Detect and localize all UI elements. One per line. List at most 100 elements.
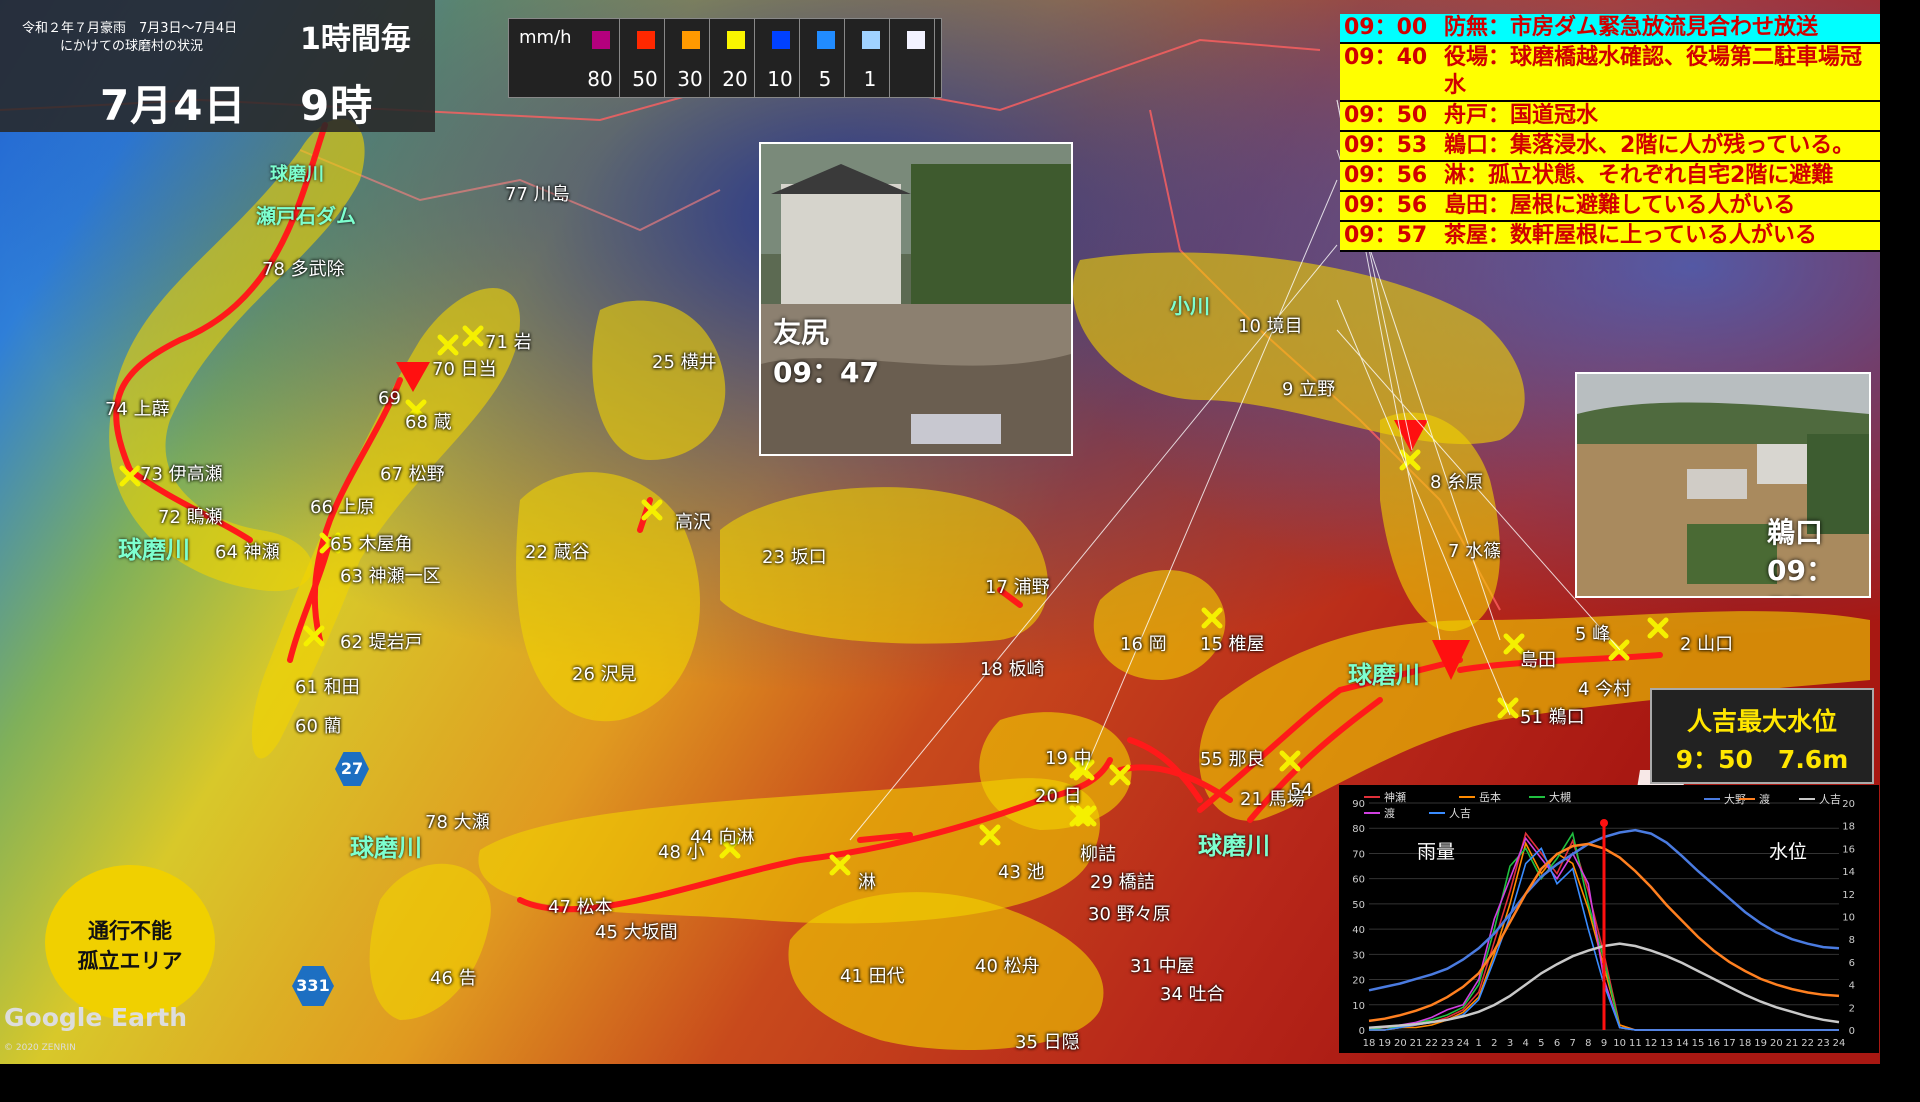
current-time-marker — [1600, 819, 1608, 827]
place-label: 31 中屋 — [1130, 956, 1195, 977]
place-label: 17 浦野 — [985, 577, 1050, 598]
place-label: 55 那良 — [1200, 749, 1265, 770]
event-time: 09：57 — [1340, 222, 1444, 250]
x-tick: 7 — [1569, 1038, 1575, 1049]
x-tick: 13 — [1660, 1038, 1673, 1049]
title-line1: 令和２年７月豪雨 7月3日〜7月4日 — [22, 21, 238, 36]
place-label: 22 蔵谷 — [525, 542, 590, 563]
photo-tomojiri-image — [761, 144, 1071, 454]
place-label: 78 大瀬 — [425, 812, 490, 833]
y-left-tick: 10 — [1352, 1001, 1365, 1012]
place-label: 35 日隠 — [1015, 1032, 1080, 1053]
legend-entry: 岳本 — [1479, 790, 1501, 804]
legend-swatch — [637, 31, 655, 49]
max-level-box: 人吉最大水位 9：50 7.6m — [1650, 688, 1874, 784]
x-tick: 20 — [1770, 1038, 1783, 1049]
legend-swatch — [682, 31, 700, 49]
place-label: 30 野々原 — [1088, 904, 1171, 925]
event-text: 茶屋：数軒屋根に上っている人がいる — [1444, 222, 1880, 250]
legend-cell: 80 — [581, 19, 620, 97]
place-label: 61 和田 — [295, 677, 360, 698]
event-time: 09：40 — [1340, 44, 1444, 100]
date-label: 7月4日 — [100, 81, 247, 130]
river-label: 球磨川 — [1348, 661, 1420, 689]
isolation-legend-line1: 通行不能 — [88, 919, 172, 943]
river-label: 小川 — [1170, 294, 1210, 318]
x-tick: 22 — [1425, 1038, 1438, 1049]
place-label: 63 神瀬一区 — [340, 566, 441, 587]
place-label: 54 — [1290, 780, 1313, 801]
place-label: 25 横井 — [652, 352, 717, 373]
y-right-tick: 12 — [1842, 890, 1855, 901]
photo-uguchi: 鵜口 09：53 — [1575, 372, 1871, 598]
x-tick: 23 — [1441, 1038, 1454, 1049]
event-item: 09：50 舟戸：国道冠水 — [1340, 102, 1880, 130]
legend-cell: 50 — [626, 19, 665, 97]
event-item: 09：56 島田：屋根に避難している人がいる — [1340, 192, 1880, 220]
x-tick: 18 — [1739, 1038, 1752, 1049]
x-tick: 22 — [1801, 1038, 1814, 1049]
river-label: 球磨川 — [1198, 832, 1270, 860]
x-tick: 16 — [1707, 1038, 1720, 1049]
y-left-tick: 50 — [1352, 900, 1365, 911]
rain-level-chart: 0 10 20 30 40 50 60 70 80 90 0 2 4 6 8 10 12 14 16 18 20 18 19… — [1339, 785, 1879, 1053]
legend-entry: 渡 — [1384, 806, 1395, 820]
river-label: 球磨川 — [270, 164, 324, 185]
place-label: 34 吐合 — [1160, 984, 1225, 1005]
x-tick: 20 — [1394, 1038, 1407, 1049]
y-right-tick: 6 — [1849, 958, 1855, 969]
place-label: 7 水篠 — [1448, 541, 1502, 562]
place-label: 65 木屋角 — [330, 534, 413, 555]
y-right-tick: 0 — [1849, 1026, 1855, 1037]
photo-uguchi-time: 09：53 — [1767, 554, 1834, 596]
hour-label: 9時 — [300, 81, 374, 130]
place-label: 18 板崎 — [980, 659, 1045, 680]
x-tick: 23 — [1817, 1038, 1830, 1049]
map-view: 令和２年７月豪雨 7月3日〜7月4日 にかけての球磨村の状況 1時間毎 7月4日… — [0, 0, 1920, 1102]
place-label: 5 峰 — [1575, 624, 1611, 645]
legend-swatch — [817, 31, 835, 49]
place-label: 60 藺 — [295, 716, 342, 737]
river-label: 球磨川 — [118, 536, 190, 564]
x-tick: 21 — [1410, 1038, 1423, 1049]
isolation-legend-line2: 孤立エリア — [77, 949, 183, 973]
event-item: 09：56 淋：孤立状態、それぞれ自宅2階に避難 — [1340, 162, 1880, 190]
legend-value: 1 — [863, 67, 877, 91]
place-label: 67 松野 — [380, 464, 445, 485]
place-label: 高沢 — [675, 512, 711, 533]
x-tick: 19 — [1754, 1038, 1767, 1049]
x-tick: 21 — [1786, 1038, 1799, 1049]
event-item: 09：00 防無：市房ダム緊急放流見合わせ放送 — [1340, 14, 1880, 42]
place-label: 68 蔵 — [405, 412, 452, 433]
place-label: 26 沢見 — [572, 664, 637, 685]
y-left-tick: 70 — [1352, 849, 1365, 860]
legend-entry: 人吉 — [1819, 793, 1841, 806]
event-text: 島田：屋根に避難している人がいる — [1444, 192, 1880, 220]
y-right-tick: 2 — [1849, 1003, 1855, 1014]
river-label: 球磨川 — [350, 834, 422, 862]
legend-swatch — [862, 31, 880, 49]
place-label: 4 今村 — [1578, 679, 1632, 700]
place-label: 淋 — [858, 872, 876, 893]
x-tick: 18 — [1363, 1038, 1376, 1049]
x-tick: 2 — [1491, 1038, 1497, 1049]
place-label: 15 椎屋 — [1200, 634, 1265, 655]
y-right-tick: 8 — [1849, 935, 1855, 946]
y-left-tick: 40 — [1352, 925, 1365, 936]
legend-value: 30 — [677, 67, 703, 91]
y-left-tick: 80 — [1352, 824, 1365, 835]
legend-value: 20 — [722, 67, 748, 91]
place-label: 44 向淋 — [690, 827, 755, 848]
x-tick: 6 — [1554, 1038, 1560, 1049]
place-label: 41 田代 — [840, 966, 905, 987]
place-label: 70 日当 — [432, 359, 497, 380]
x-tick: 15 — [1692, 1038, 1705, 1049]
place-label: 64 神瀬 — [215, 542, 280, 563]
event-time: 09：50 — [1340, 102, 1444, 130]
place-label: 72 鵙瀬 — [158, 507, 223, 528]
place-label: 29 橋詰 — [1090, 872, 1155, 893]
legend-value: 80 — [587, 67, 613, 91]
event-item: 09：53 鵜口：集落浸水、2階に人が残っている。 — [1340, 132, 1880, 160]
y-right-tick: 18 — [1842, 822, 1855, 833]
event-time: 09：53 — [1340, 132, 1444, 160]
